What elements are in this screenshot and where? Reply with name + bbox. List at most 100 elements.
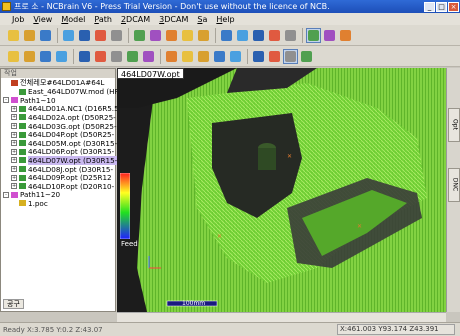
menu-sa[interactable]: Sa xyxy=(197,15,207,24)
expand-icon[interactable]: + xyxy=(11,174,17,181)
tree-item[interactable]: +464LD03G.opt (D50R25- xyxy=(1,122,117,131)
zoom-icon xyxy=(166,29,177,41)
app-icon xyxy=(2,2,11,11)
open-button[interactable] xyxy=(22,28,37,43)
tree-item[interactable]: +464LD04P.opt (D50R25- xyxy=(1,130,114,139)
dim-icon xyxy=(143,50,154,62)
print-button[interactable] xyxy=(109,49,124,64)
expand-icon[interactable]: + xyxy=(11,105,17,112)
dock-tab-opt-label: Opt xyxy=(451,119,459,130)
tree-item[interactable]: +464LD08J.opt (D30R15- xyxy=(1,165,113,174)
tree-node-icon xyxy=(19,157,26,164)
tree-item[interactable]: +464LD09P.opt (D25R12 xyxy=(1,173,112,182)
tool-button[interactable] xyxy=(251,49,266,64)
tree-item[interactable]: +464LD07W.opt (D30R15- xyxy=(1,155,118,165)
grid-button[interactable] xyxy=(77,49,92,64)
pan-button[interactable] xyxy=(196,28,211,43)
tree-item[interactable]: 1.poc xyxy=(1,199,48,208)
tree-node-icon xyxy=(11,191,18,198)
path-icon xyxy=(230,50,241,62)
collapse-icon[interactable]: - xyxy=(3,191,9,198)
tree-node-icon xyxy=(19,174,26,181)
zoom-button[interactable] xyxy=(164,28,179,43)
folder-button[interactable] xyxy=(6,49,21,64)
dim-button[interactable] xyxy=(141,49,156,64)
export-button[interactable] xyxy=(38,49,53,64)
edit-icon xyxy=(182,50,193,62)
close-button[interactable]: × xyxy=(448,1,459,12)
sim-button[interactable] xyxy=(267,49,282,64)
maximize-button[interactable]: □ xyxy=(436,1,447,12)
tree-item[interactable]: +464LD02A.opt (D50R25- xyxy=(1,113,116,122)
cube-button[interactable] xyxy=(77,28,92,43)
wire-button[interactable] xyxy=(322,28,337,43)
menu-model[interactable]: Model xyxy=(61,15,85,24)
tree-item[interactable]: 전체레모#64LD01A#64L xyxy=(1,78,104,87)
cut-button[interactable] xyxy=(283,48,298,64)
menu-view[interactable]: View xyxy=(33,15,52,24)
path-button[interactable] xyxy=(228,49,243,64)
save-button[interactable] xyxy=(38,28,53,43)
right-dock: Opt DNC xyxy=(446,68,460,312)
tree-item[interactable]: - Path11~20 xyxy=(1,190,60,199)
svg-text:✕: ✕ xyxy=(287,153,292,160)
layer-button[interactable] xyxy=(125,49,140,64)
tree-item[interactable]: +464LD05M.opt (D30R15- xyxy=(1,139,117,148)
toolbar-separator xyxy=(215,27,216,43)
menu-help[interactable]: Help xyxy=(216,15,234,24)
step-button[interactable] xyxy=(299,49,314,64)
tree-item[interactable]: +464LD01A.NC1 (D16R5.5 xyxy=(1,104,119,113)
expand-icon[interactable]: + xyxy=(11,131,17,138)
expand-icon[interactable]: + xyxy=(11,148,17,155)
tree-node-icon xyxy=(19,183,26,190)
horizontal-scrollbar[interactable] xyxy=(117,312,446,322)
toolbar-separator xyxy=(57,27,58,43)
tree-item[interactable]: - Path1~10 xyxy=(1,96,56,105)
collapse-icon[interactable]: - xyxy=(3,97,9,104)
dock-tab-dnc[interactable]: DNC xyxy=(448,168,460,202)
menu-job[interactable]: Job xyxy=(12,15,24,24)
mark-button[interactable] xyxy=(164,49,179,64)
expand-icon[interactable]: + xyxy=(11,183,17,190)
layer-icon xyxy=(127,50,138,62)
check-button[interactable] xyxy=(196,49,211,64)
tree-node-icon xyxy=(19,88,26,95)
minimize-button[interactable]: _ xyxy=(424,1,435,12)
paint-button[interactable] xyxy=(93,28,108,43)
menu-3dcam[interactable]: 3DCAM xyxy=(159,15,188,24)
menu-2dcam[interactable]: 2DCAM xyxy=(121,15,150,24)
shade-button[interactable] xyxy=(306,27,321,43)
stop-button[interactable] xyxy=(109,28,124,43)
tree-item[interactable]: +464LD06P.opt (D30R15- xyxy=(1,147,114,156)
check-icon xyxy=(198,50,209,62)
chart-button[interactable] xyxy=(93,49,108,64)
import-button[interactable] xyxy=(54,49,69,64)
toolbar-separator xyxy=(128,27,129,43)
view-iso-button[interactable] xyxy=(235,28,250,43)
tree-item[interactable]: +464LD10P.opt (D20R10- xyxy=(1,182,114,191)
rotate-button[interactable] xyxy=(180,28,195,43)
dock-tab-opt[interactable]: Opt xyxy=(448,108,460,142)
tab-tools[interactable]: 공구 xyxy=(3,299,24,309)
color-button[interactable] xyxy=(212,49,227,64)
view-side-button[interactable] xyxy=(283,28,298,43)
undo-button[interactable] xyxy=(132,28,147,43)
expand-icon[interactable]: + xyxy=(11,140,17,147)
expand-icon[interactable]: + xyxy=(11,114,17,121)
menu-path[interactable]: Path xyxy=(94,15,112,24)
redo-button[interactable] xyxy=(148,28,163,43)
fit-button[interactable] xyxy=(219,28,234,43)
tree-item[interactable]: East_464LD07W.mod (HRC xyxy=(1,87,124,96)
expand-icon[interactable]: + xyxy=(11,166,17,172)
model-button[interactable] xyxy=(61,28,76,43)
expand-icon[interactable]: + xyxy=(11,123,17,129)
view-front-button[interactable] xyxy=(267,28,282,43)
expand-icon[interactable]: + xyxy=(11,157,17,164)
window-title: 프로 소 - NCBrain V6 - Press Trial Version … xyxy=(14,2,330,11)
new-button[interactable] xyxy=(6,28,21,43)
render-button[interactable] xyxy=(338,28,353,43)
edit-button[interactable] xyxy=(180,49,195,64)
view-top-button[interactable] xyxy=(251,28,266,43)
3d-viewport[interactable]: ✕ ✕ ✕ 464LD07W.opt Feed 100mm xyxy=(117,68,446,312)
save2-button[interactable] xyxy=(22,49,37,64)
